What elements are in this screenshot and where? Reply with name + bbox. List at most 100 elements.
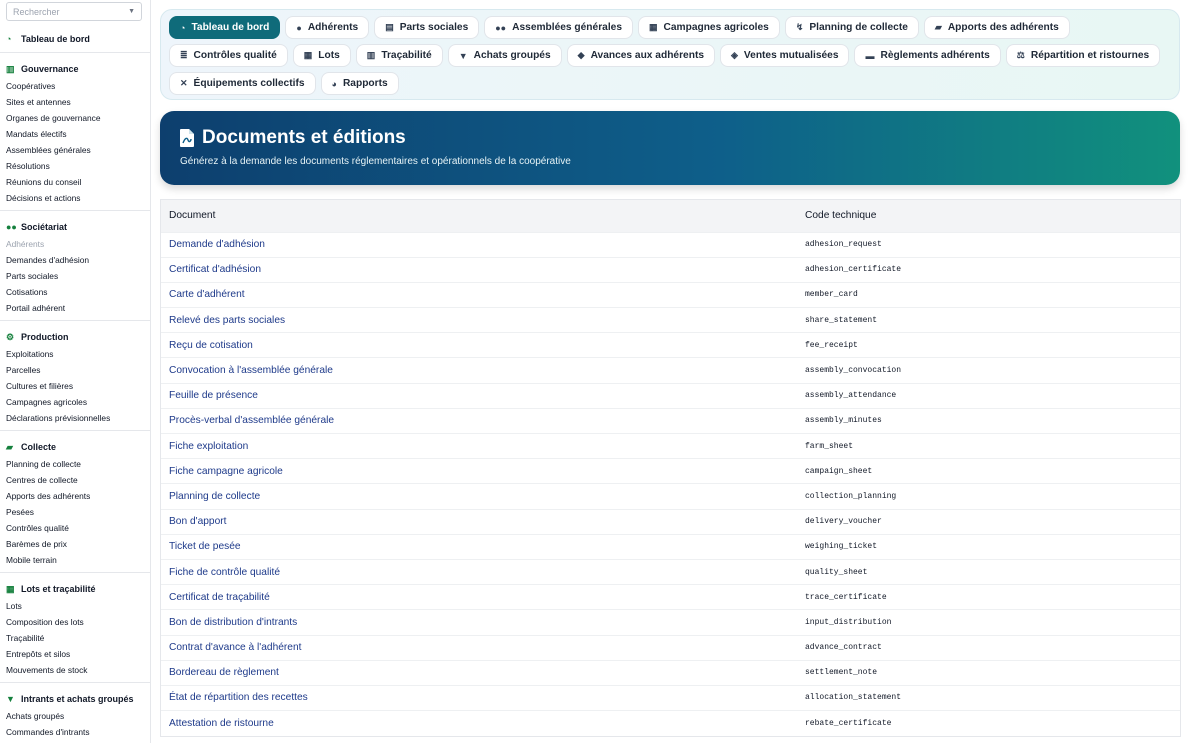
document-code: rebate_certificate [796, 710, 1180, 736]
sidebar-item-baremes-de-prix[interactable]: Barèmes de prix [0, 536, 150, 552]
sidebar-item-pesees[interactable]: Pesées [0, 504, 150, 520]
document-link[interactable]: Convocation à l'assemblée générale [161, 357, 796, 384]
nav-button-controles-qualite[interactable]: ≣ Contrôles qualité [169, 44, 288, 67]
document-link[interactable]: Bon de distribution d'intrants [161, 609, 796, 635]
sidebar-item-mouvements-de-stock[interactable]: Mouvements de stock [0, 662, 150, 678]
sidebar-group-title: Sociétariat [21, 222, 68, 232]
route-icon: ↯ [795, 22, 804, 32]
balance-icon: ⚖ [1016, 50, 1025, 60]
sidebar-group-header[interactable]: ▰ Collecte [0, 437, 150, 456]
chevron-down-icon[interactable]: ▼ [128, 8, 135, 15]
boxes-icon: ▦ [6, 584, 15, 594]
sidebar-item-reunions-du-conseil[interactable]: Réunions du conseil [0, 174, 150, 190]
sidebar-group-header[interactable]: ▥ Gouvernance [0, 59, 150, 78]
document-link[interactable]: Bordereau de règlement [161, 659, 796, 686]
nav-button-lots[interactable]: ▦ Lots [292, 44, 351, 67]
sidebar-item-organes-de-gouvernance[interactable]: Organes de gouvernance [0, 110, 150, 126]
document-link[interactable]: Feuille de présence [161, 382, 796, 409]
sidebar-item-commandes-d-intrants[interactable]: Commandes d'intrants [0, 724, 150, 740]
nav-button-avances-aux-adherents[interactable]: ◆ Avances aux adhérents [566, 44, 715, 67]
document-link[interactable]: État de répartition des recettes [161, 684, 796, 711]
nav-button-planning-de-collecte[interactable]: ↯ Planning de collecte [784, 16, 919, 39]
document-code: advance_contract [796, 634, 1180, 661]
sidebar-item-apports-des-adherents[interactable]: Apports des adhérents [0, 488, 150, 504]
sidebar-item-mobile-terrain[interactable]: Mobile terrain [0, 552, 150, 568]
nav-button-assemblees-generales[interactable]: ●● Assemblées générales [484, 16, 633, 39]
sidebar-item-cooperatives[interactable]: Coopératives [0, 78, 150, 94]
app-root: Rechercher ▼ ◔ Tableau de bord ▥ Gouvernanc… [0, 0, 1200, 743]
sidebar-item-achats-groupes[interactable]: Achats groupés [0, 708, 150, 724]
search-select[interactable]: Rechercher ▼ [6, 2, 142, 21]
document-link[interactable]: Attestation de ristourne [161, 710, 796, 736]
document-link[interactable]: Ticket de pesée [161, 533, 796, 560]
document-code: trace_certificate [796, 584, 1180, 610]
document-link[interactable]: Fiche campagne agricole [161, 458, 796, 484]
sidebar-item-decisions-et-actions[interactable]: Décisions et actions [0, 190, 150, 206]
document-link[interactable]: Carte d'adhérent [161, 281, 796, 308]
sidebar-item-planning-de-collecte[interactable]: Planning de collecte [0, 456, 150, 472]
document-link[interactable]: Bon d'apport [161, 508, 796, 535]
document-code: delivery_voucher [796, 508, 1180, 535]
truck-icon: ▰ [934, 22, 942, 32]
boxes-icon: ▦ [303, 50, 313, 60]
table-row: Attestation de ristourne rebate_certifica… [161, 710, 1180, 736]
sidebar-item-controles-qualite[interactable]: Contrôles qualité [0, 520, 150, 536]
table-row: Reçu de cotisation fee_receipt [161, 332, 1180, 358]
nav-button-label: Ventes mutualisées [743, 50, 839, 61]
sidebar-item-sites-et-antennes[interactable]: Sites et antennes [0, 94, 150, 110]
document-link[interactable]: Fiche exploitation [161, 432, 796, 459]
sidebar-item-cotisations[interactable]: Cotisations [0, 284, 150, 300]
sidebar-item-resolutions[interactable]: Résolutions [0, 158, 150, 174]
table-row: Bordereau de règlement settlement_note [161, 659, 1180, 686]
sidebar-group-header[interactable]: ▼ Intrants et achats groupés [0, 689, 150, 708]
sidebar-item-campagnes-agricoles[interactable]: Campagnes agricoles [0, 394, 150, 410]
sidebar-item-composition-des-lots[interactable]: Composition des lots [0, 614, 150, 630]
document-code: campaign_sheet [796, 458, 1180, 484]
sidebar-item-mandats-electifs[interactable]: Mandats électifs [0, 126, 150, 142]
document-link[interactable]: Contrat d'avance à l'adhérent [161, 634, 796, 661]
sidebar-group-header[interactable]: ▦ Lots et traçabilité [0, 579, 150, 598]
nav-button-achats-groupes[interactable]: ▼ Achats groupés [447, 44, 562, 67]
sidebar-item-exploitations[interactable]: Exploitations [0, 346, 150, 362]
nav-button-ventes-mutualisees[interactable]: ◈ Ventes mutualisées [720, 44, 850, 67]
table-row: Convocation à l'assemblée générale assemb… [161, 357, 1180, 384]
sidebar-item-parcelles[interactable]: Parcelles [0, 362, 150, 378]
document-link[interactable]: Certificat de traçabilité [161, 584, 796, 610]
sidebar-item-cultures-et-filieres[interactable]: Cultures et filières [0, 378, 150, 394]
sidebar-item-demandes-d-adhesion[interactable]: Demandes d'adhésion [0, 252, 150, 268]
nav-button-equipements-collectifs[interactable]: ✕ Équipements collectifs [169, 72, 316, 95]
document-link[interactable]: Reçu de cotisation [161, 332, 796, 358]
document-link[interactable]: Relevé des parts sociales [161, 307, 796, 333]
nav-button-rapports[interactable]: ◕ Rapports [320, 72, 399, 95]
document-link[interactable]: Certificat d'adhésion [161, 256, 796, 283]
document-link[interactable]: Demande d'adhésion [161, 231, 796, 258]
sidebar-item-tracabilite[interactable]: Traçabilité [0, 630, 150, 646]
nav-button-tracabilite[interactable]: ▥ Traçabilité [355, 44, 443, 67]
sidebar-item-portail-adherent[interactable]: Portail adhérent [0, 300, 150, 316]
nav-button-parts-sociales[interactable]: ▤ Parts sociales [374, 16, 480, 39]
sidebar-item-lots[interactable]: Lots [0, 598, 150, 614]
sidebar-item-centres-de-collecte[interactable]: Centres de collecte [0, 472, 150, 488]
nav-button-apports-des-adherents[interactable]: ▰ Apports des adhérents [923, 16, 1070, 39]
sidebar-group-header[interactable]: ●● Sociétariat [0, 217, 150, 236]
document-link[interactable]: Fiche de contrôle qualité [161, 558, 796, 585]
sidebar-group-title: Tableau de bord [21, 34, 90, 44]
document-link[interactable]: Planning de collecte [161, 483, 796, 510]
sidebar-item-entrepots-et-silos[interactable]: Entrepôts et silos [0, 646, 150, 662]
nav-button-label: Rapports [342, 78, 388, 89]
nav-button-adherents[interactable]: ● Adhérents [285, 16, 370, 39]
sidebar-item-parts-sociales[interactable]: Parts sociales [0, 268, 150, 284]
sidebar-item-assemblees-generales[interactable]: Assemblées générales [0, 142, 150, 158]
sidebar-group-header[interactable]: ⚙ Production [0, 327, 150, 346]
nav-button-tableau-de-bord[interactable]: ◔ Tableau de bord [169, 16, 281, 39]
tractor-icon: ⚙ [6, 332, 15, 342]
document-code: assembly_attendance [796, 382, 1180, 409]
sidebar-item-declarations-previsionnelles[interactable]: Déclarations prévisionnelles [0, 410, 150, 426]
document-link[interactable]: Procès-verbal d'assemblée générale [161, 407, 796, 434]
sidebar-group-header[interactable]: ◔ Tableau de bord [0, 29, 150, 48]
nav-button-repartition-et-ristournes[interactable]: ⚖ Répartition et ristournes [1005, 44, 1161, 67]
sidebar-item-adherents[interactable]: Adhérents [0, 236, 150, 252]
nav-button-campagnes-agricoles[interactable]: ▦ Campagnes agricoles [638, 16, 780, 39]
nav-button-reglements-adherents[interactable]: ▬ Règlements adhérents [854, 44, 1001, 67]
page-header: Documents et éditions Générez à la deman… [160, 111, 1180, 185]
